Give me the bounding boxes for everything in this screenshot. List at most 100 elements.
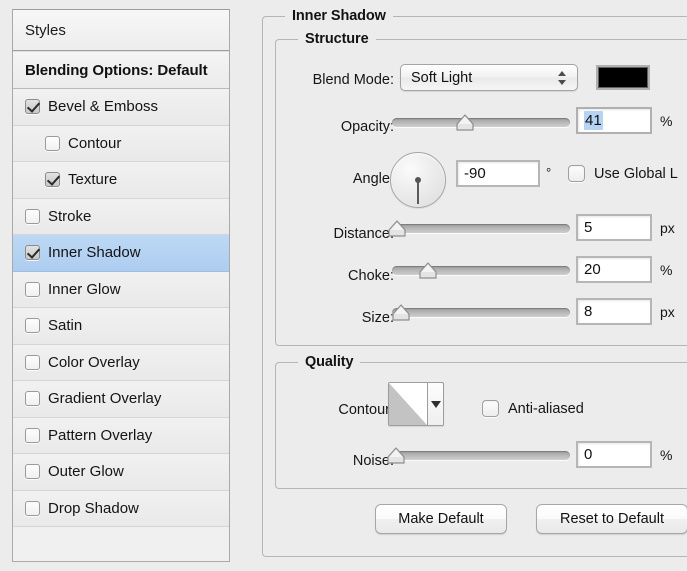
style-row-label: Texture (68, 171, 118, 189)
angle-label: Angle: (352, 171, 394, 187)
anti-aliased-checkbox[interactable]: Anti-aliased (482, 400, 584, 417)
checkbox-drop-shadow[interactable] (25, 500, 40, 516)
style-row-label: Inner Glow (48, 280, 121, 298)
style-row-label: Bevel & Emboss (48, 98, 159, 116)
opacity-slider-thumb[interactable] (455, 113, 475, 133)
angle-unit: ° (546, 165, 552, 180)
blend-mode-value: Soft Light (411, 69, 473, 86)
styles-sidebar: Styles Blending Options: Default Bevel &… (12, 9, 230, 562)
style-row-label: Pattern Overlay (48, 426, 153, 444)
stepper-arrows-icon (558, 70, 567, 86)
style-row-satin[interactable]: Satin (13, 308, 229, 345)
style-row-contour[interactable]: Contour (13, 125, 229, 162)
style-row-texture[interactable]: Texture (13, 162, 229, 199)
reset-to-default-label: Reset to Default (560, 511, 664, 527)
checkbox-satin[interactable] (25, 318, 40, 334)
style-row-bevel-emboss[interactable]: Bevel & Emboss (13, 89, 229, 126)
quality-group-title: Quality (298, 354, 361, 370)
contour-label: Contour: (338, 402, 394, 418)
inner-shadow-group-title: Inner Shadow (285, 8, 393, 24)
make-default-button[interactable]: Make Default (375, 504, 507, 534)
shadow-color-swatch[interactable] (596, 65, 650, 90)
style-row-label: Outer Glow (48, 463, 124, 481)
checkbox-outer-glow[interactable] (25, 464, 40, 480)
style-row-label: Gradient Overlay (48, 390, 162, 408)
style-row-label: Drop Shadow (48, 499, 139, 517)
noise-unit: % (660, 447, 673, 463)
quality-group: Quality (275, 354, 687, 489)
choke-unit: % (660, 262, 673, 278)
blend-mode-select[interactable]: Soft Light (400, 64, 578, 91)
noise-label: Noise: (352, 453, 394, 469)
use-global-light-box[interactable] (568, 165, 585, 182)
style-effects-list: Bevel & Emboss Contour Texture Stroke Inner … (13, 89, 229, 527)
distance-unit: px (660, 220, 675, 236)
angle-input[interactable]: -90 (456, 160, 540, 187)
checkbox-color-overlay[interactable] (25, 354, 40, 370)
choke-slider[interactable] (392, 262, 570, 279)
choke-value: 20 (584, 261, 601, 278)
style-row-label: Contour (68, 134, 122, 152)
noise-slider[interactable] (386, 447, 570, 464)
make-default-label: Make Default (398, 511, 484, 527)
blend-mode-label: Blend Mode: (312, 72, 394, 88)
size-slider-thumb[interactable] (391, 303, 411, 323)
checkbox-contour[interactable] (45, 135, 60, 151)
distance-input[interactable]: 5 (576, 214, 652, 241)
styles-header-label: Styles (25, 21, 66, 39)
use-global-light-label: Use Global L (594, 165, 678, 182)
style-row-pattern-overlay[interactable]: Pattern Overlay (13, 417, 229, 454)
style-row-inner-glow[interactable]: Inner Glow (13, 271, 229, 308)
checkbox-bevel-emboss[interactable] (25, 99, 40, 115)
opacity-label: Opacity: (340, 119, 394, 135)
style-row-label: Color Overlay (48, 353, 140, 371)
angle-dial-hub (415, 177, 421, 183)
opacity-input[interactable]: 41 (576, 107, 652, 134)
blending-options-row[interactable]: Blending Options: Default (13, 51, 229, 89)
size-slider[interactable] (392, 304, 570, 321)
contour-dropdown-arrow-icon[interactable] (428, 383, 443, 425)
style-row-label: Inner Shadow (48, 244, 141, 262)
style-row-outer-glow[interactable]: Outer Glow (13, 454, 229, 491)
structure-group-title: Structure (298, 31, 376, 47)
styles-header: Styles (13, 10, 229, 51)
noise-slider-thumb[interactable] (386, 446, 406, 466)
style-row-inner-shadow[interactable]: Inner Shadow (13, 235, 229, 272)
choke-slider-thumb[interactable] (418, 261, 438, 281)
layer-style-dialog: Styles Blending Options: Default Bevel &… (0, 0, 687, 571)
reset-to-default-button[interactable]: Reset to Default (536, 504, 687, 534)
distance-slider[interactable] (388, 220, 570, 237)
size-value: 8 (584, 303, 593, 320)
distance-value: 5 (584, 219, 593, 236)
distance-slider-thumb[interactable] (387, 219, 407, 239)
checkbox-inner-shadow[interactable] (25, 245, 40, 261)
anti-aliased-box[interactable] (482, 400, 499, 417)
size-input[interactable]: 8 (576, 298, 652, 325)
choke-input[interactable]: 20 (576, 256, 652, 283)
size-label: Size: (361, 310, 394, 326)
checkbox-pattern-overlay[interactable] (25, 427, 40, 443)
checkbox-texture[interactable] (45, 172, 60, 188)
style-row-drop-shadow[interactable]: Drop Shadow (13, 490, 229, 527)
style-row-gradient-overlay[interactable]: Gradient Overlay (13, 381, 229, 418)
choke-label: Choke: (348, 268, 394, 284)
opacity-slider[interactable] (392, 114, 570, 131)
contour-preview-icon (389, 383, 428, 425)
angle-dial[interactable] (390, 152, 446, 208)
style-row-label: Satin (48, 317, 83, 335)
angle-dial-needle (417, 180, 419, 204)
checkbox-inner-glow[interactable] (25, 281, 40, 297)
opacity-unit: % (660, 113, 673, 129)
contour-picker[interactable] (388, 382, 444, 426)
checkbox-gradient-overlay[interactable] (25, 391, 40, 407)
noise-input[interactable]: 0 (576, 441, 652, 468)
style-row-label: Stroke (48, 207, 92, 225)
noise-value: 0 (584, 446, 593, 463)
size-unit: px (660, 304, 675, 320)
checkbox-stroke[interactable] (25, 208, 40, 224)
use-global-light-checkbox[interactable]: Use Global L (568, 165, 678, 182)
style-row-color-overlay[interactable]: Color Overlay (13, 344, 229, 381)
angle-value: -90 (464, 165, 486, 182)
style-row-stroke[interactable]: Stroke (13, 198, 229, 235)
distance-label: Distance: (333, 226, 394, 242)
